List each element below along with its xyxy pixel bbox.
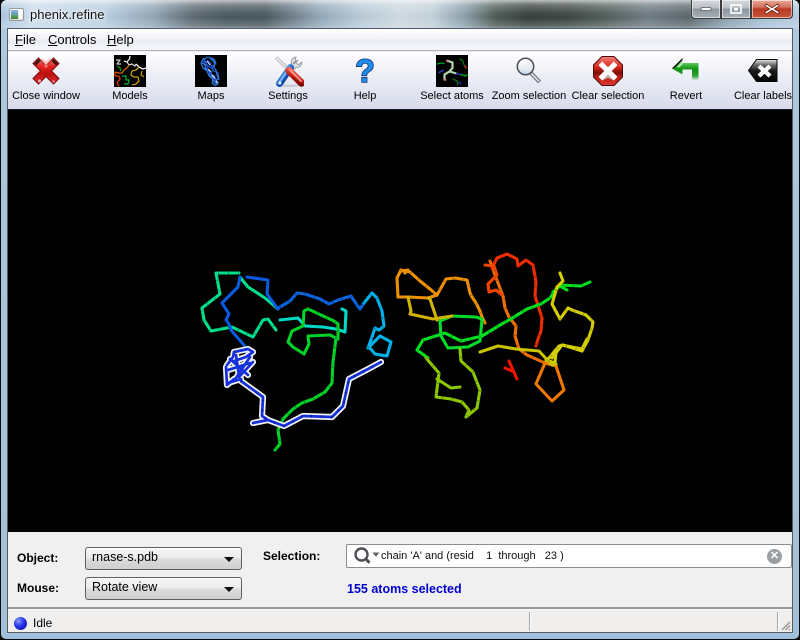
svg-text:?: ?: [355, 55, 375, 87]
